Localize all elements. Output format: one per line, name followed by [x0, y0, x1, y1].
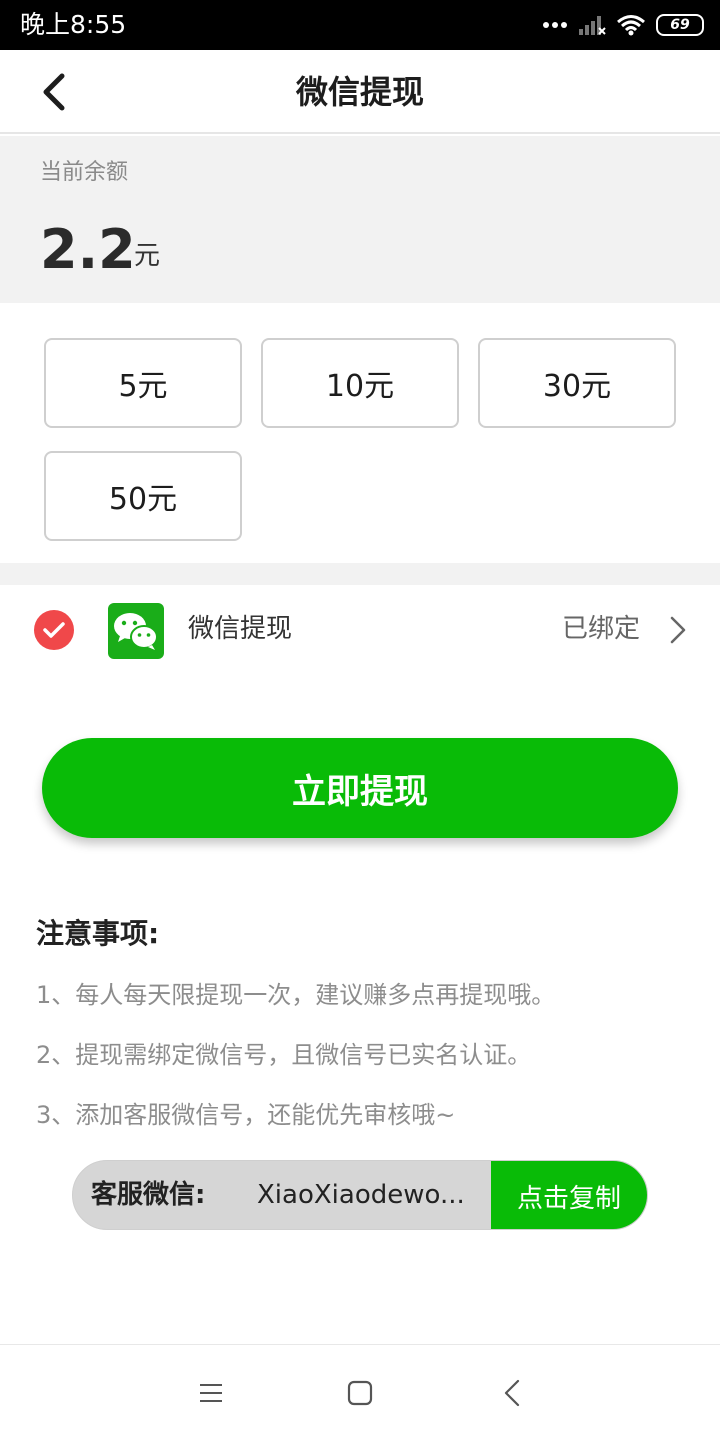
back-icon[interactable]: [492, 1375, 532, 1411]
wechat-icon: [108, 603, 164, 659]
amount-option-30[interactable]: 30元: [478, 338, 676, 428]
binding-status: 已绑定: [561, 614, 640, 644]
note-item-3: 3、添加客服微信号，还能优先审核哦~: [36, 1101, 456, 1129]
battery-icon: 69: [656, 14, 704, 36]
menu-icon[interactable]: [191, 1375, 231, 1411]
more-dots-icon: [542, 21, 568, 29]
amount-option-10[interactable]: 10元: [261, 338, 459, 428]
balance-unit: 元: [134, 241, 161, 271]
status-bar: 晚上8:55 69: [0, 0, 720, 50]
battery-level: 69: [670, 17, 690, 33]
wifi-icon: [616, 14, 646, 36]
system-nav-bar: [0, 1344, 720, 1440]
nav-bar: 微信提现: [0, 50, 720, 134]
status-icons: 69: [542, 12, 704, 38]
note-item-1: 1、每人每天限提现一次，建议赚多点再提现哦。: [36, 981, 556, 1009]
check-circle-icon[interactable]: [34, 610, 74, 650]
notes-title: 注意事项:: [36, 917, 160, 950]
copy-button[interactable]: 点击复制: [491, 1161, 647, 1229]
customer-service-bar: 客服微信: XiaoXiaodewo... 点击复制: [72, 1160, 648, 1230]
balance-panel: 当前余额 2.2 元: [0, 136, 720, 303]
amount-option-5[interactable]: 5元: [44, 338, 242, 428]
customer-service-label: 客服微信:: [91, 1180, 206, 1210]
withdraw-button[interactable]: 立即提现: [42, 738, 678, 838]
chevron-right-icon: [670, 616, 686, 644]
note-item-2: 2、提现需绑定微信号，且微信号已实名认证。: [36, 1041, 532, 1069]
balance-label: 当前余额: [40, 160, 129, 185]
home-icon[interactable]: [340, 1375, 380, 1411]
status-time: 晚上8:55: [20, 10, 127, 39]
page-title: 微信提现: [295, 73, 424, 111]
balance-value: 2.2: [40, 218, 136, 281]
signal-icon: [578, 14, 606, 36]
payment-method-row[interactable]: 微信提现 已绑定: [0, 585, 720, 675]
payment-method-label: 微信提现: [188, 614, 293, 644]
section-divider: [0, 563, 720, 585]
customer-service-wechat-id: XiaoXiaodewo...: [257, 1180, 465, 1210]
amount-option-50[interactable]: 50元: [44, 451, 242, 541]
